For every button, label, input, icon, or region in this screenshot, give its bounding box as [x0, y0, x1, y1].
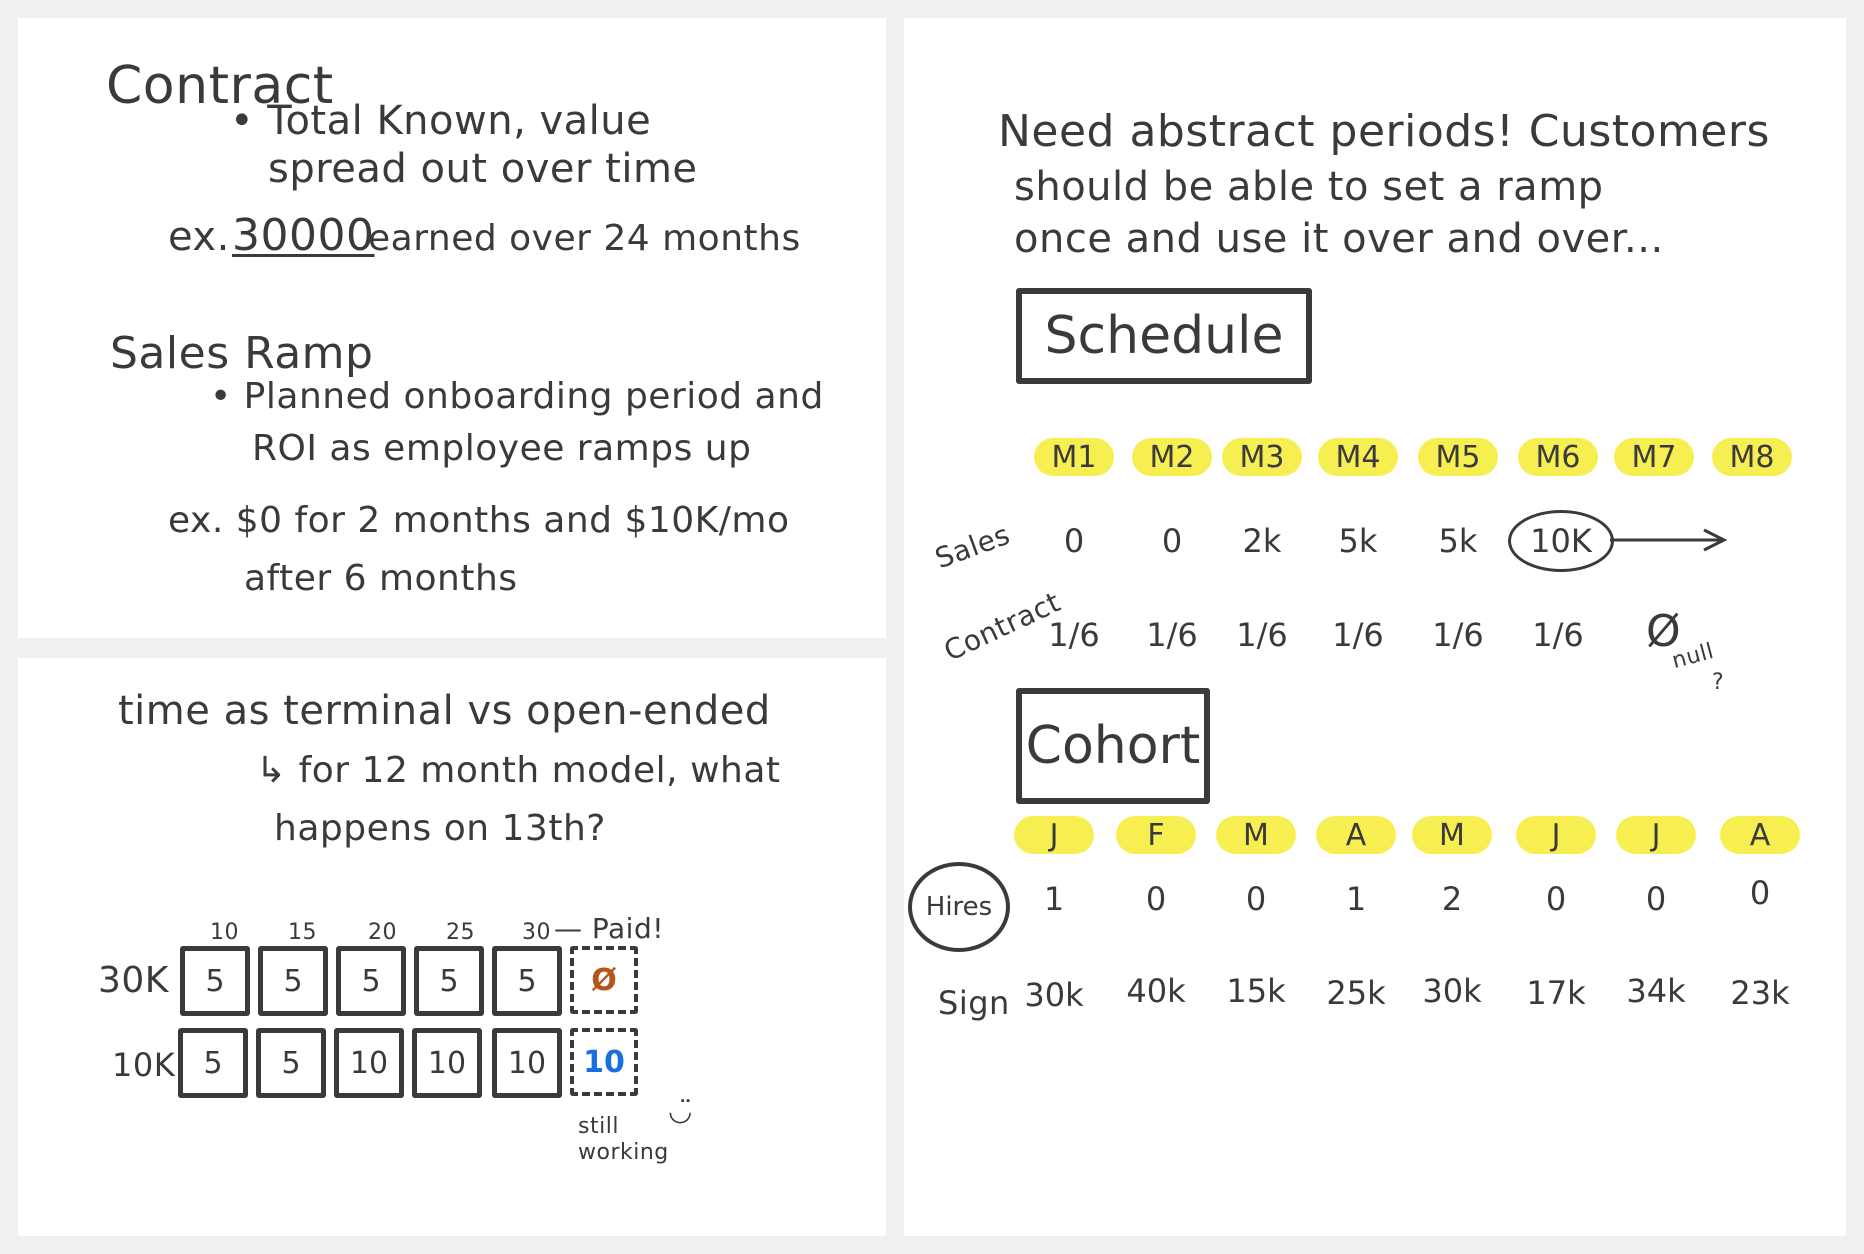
schedule-month: M7	[1614, 438, 1694, 476]
contract-ex-label: ex.	[168, 214, 230, 260]
hires-cell: 0	[1145, 880, 1167, 918]
cohort-month: F	[1116, 816, 1196, 854]
row-10k-label: 10K	[112, 1046, 176, 1084]
right-arrow-icon	[1610, 528, 1728, 552]
box-10k: 10	[412, 1028, 482, 1098]
sign-cell: 40k	[1126, 972, 1186, 1010]
sales-ramp-ex-line1: ex. $0 for 2 months and $10K/mo	[168, 500, 790, 541]
box-10k: 10	[492, 1028, 562, 1098]
sales-ramp-heading: Sales Ramp	[110, 328, 374, 379]
sign-cell: 15k	[1226, 972, 1286, 1010]
contract-cell: 1/6	[1332, 616, 1384, 654]
box-30k-paid: Ø	[570, 946, 638, 1014]
row-30k-label: 30K	[98, 960, 169, 1001]
cohort-month: M	[1412, 816, 1492, 854]
contract-cell: 1/6	[1236, 616, 1288, 654]
contract-ex-rest: earned over 24 months	[368, 218, 801, 259]
top-number: 25	[446, 920, 475, 945]
sales-cell: 5k	[1338, 522, 1378, 560]
cohort-title: Cohort	[1016, 688, 1210, 804]
contract-cell: 1/6	[1432, 616, 1484, 654]
still-working-note: still working	[578, 1114, 669, 1165]
sales-ramp-ex-line2: after 6 months	[244, 558, 518, 599]
hires-cell: 1	[1345, 880, 1367, 918]
schedule-month: M1	[1034, 438, 1114, 476]
null-question: ?	[1712, 670, 1725, 695]
paid-label: — Paid!	[554, 912, 664, 945]
cohort-month: A	[1720, 816, 1800, 854]
box-10k: 5	[256, 1028, 326, 1098]
sign-cell: 30k	[1422, 972, 1482, 1010]
schedule-month: M5	[1418, 438, 1498, 476]
sales-cell: 10K	[1530, 522, 1592, 560]
sign-cell: 23k	[1730, 974, 1790, 1012]
sales-ramp-bullet-cont: ROI as employee ramps up	[252, 428, 752, 469]
schedule-month: M3	[1222, 438, 1302, 476]
contract-ex-amount: 30000	[232, 210, 375, 261]
panel-time-terminal: time as terminal vs open-ended ↳ for 12 …	[18, 658, 886, 1236]
top-number: 30	[522, 920, 551, 945]
panel-contract-sales-ramp: Contract • Total Known, value spread out…	[18, 18, 886, 638]
schedule-month: M6	[1518, 438, 1598, 476]
sign-row-label: Sign	[938, 984, 1010, 1022]
sales-cell: 5k	[1438, 522, 1478, 560]
sales-cell: 0	[1161, 522, 1183, 560]
sales-circle: 10K	[1508, 510, 1614, 572]
sign-cell: 34k	[1626, 972, 1686, 1010]
hires-cell: 0	[1245, 880, 1267, 918]
periods-line3: once and use it over and over...	[1014, 216, 1664, 262]
box-30k: 5	[414, 946, 484, 1016]
sales-cell: 0	[1063, 522, 1085, 560]
time-line3: happens on 13th?	[274, 808, 606, 849]
box-10k-working: 10	[570, 1028, 638, 1096]
cohort-month: M	[1216, 816, 1296, 854]
schedule-month: M8	[1712, 438, 1792, 476]
box-30k: 5	[258, 946, 328, 1016]
time-line1: time as terminal vs open-ended	[118, 688, 771, 734]
box-10k: 5	[178, 1028, 248, 1098]
cohort-month: A	[1316, 816, 1396, 854]
cohort-month: J	[1014, 816, 1094, 854]
contract-cell: 1/6	[1048, 616, 1100, 654]
box-30k: 5	[492, 946, 562, 1016]
contract-cell: 1/6	[1146, 616, 1198, 654]
hires-cell: 0	[1749, 874, 1771, 912]
hires-circle: Hires	[908, 862, 1010, 952]
hires-cell: 0	[1545, 880, 1567, 918]
schedule-month: M2	[1132, 438, 1212, 476]
box-10k: 10	[334, 1028, 404, 1098]
contract-bullet-cont: spread out over time	[268, 146, 698, 192]
contract-cell: 1/6	[1532, 616, 1584, 654]
hires-cell: 2	[1441, 880, 1463, 918]
sales-ramp-bullet: • Planned onboarding period and	[210, 376, 824, 417]
cohort-month: J	[1516, 816, 1596, 854]
hires-row-label: Hires	[925, 892, 993, 922]
periods-line1: Need abstract periods! Customers	[998, 106, 1770, 157]
time-line2: ↳ for 12 month model, what	[256, 750, 781, 791]
smile-icon: ◡̈	[668, 1094, 693, 1127]
top-number: 15	[288, 920, 317, 945]
cohort-month: J	[1616, 816, 1696, 854]
periods-line2: should be able to set a ramp	[1014, 164, 1604, 210]
sign-cell: 17k	[1526, 974, 1586, 1012]
panel-periods: Need abstract periods! Customers should …	[904, 18, 1846, 1236]
contract-bullet: • Total Known, value	[230, 98, 652, 144]
box-30k: 5	[336, 946, 406, 1016]
hires-cell: 0	[1645, 880, 1667, 918]
top-number: 20	[368, 920, 397, 945]
sales-row-label: Sales	[930, 517, 1015, 576]
top-number: 10	[210, 920, 239, 945]
schedule-month: M4	[1318, 438, 1398, 476]
hires-cell: 1	[1043, 880, 1065, 918]
sign-cell: 30k	[1024, 976, 1084, 1014]
sign-cell: 25k	[1326, 974, 1386, 1012]
schedule-title: Schedule	[1016, 288, 1312, 384]
sales-cell: 2k	[1242, 522, 1282, 560]
box-30k: 5	[180, 946, 250, 1016]
